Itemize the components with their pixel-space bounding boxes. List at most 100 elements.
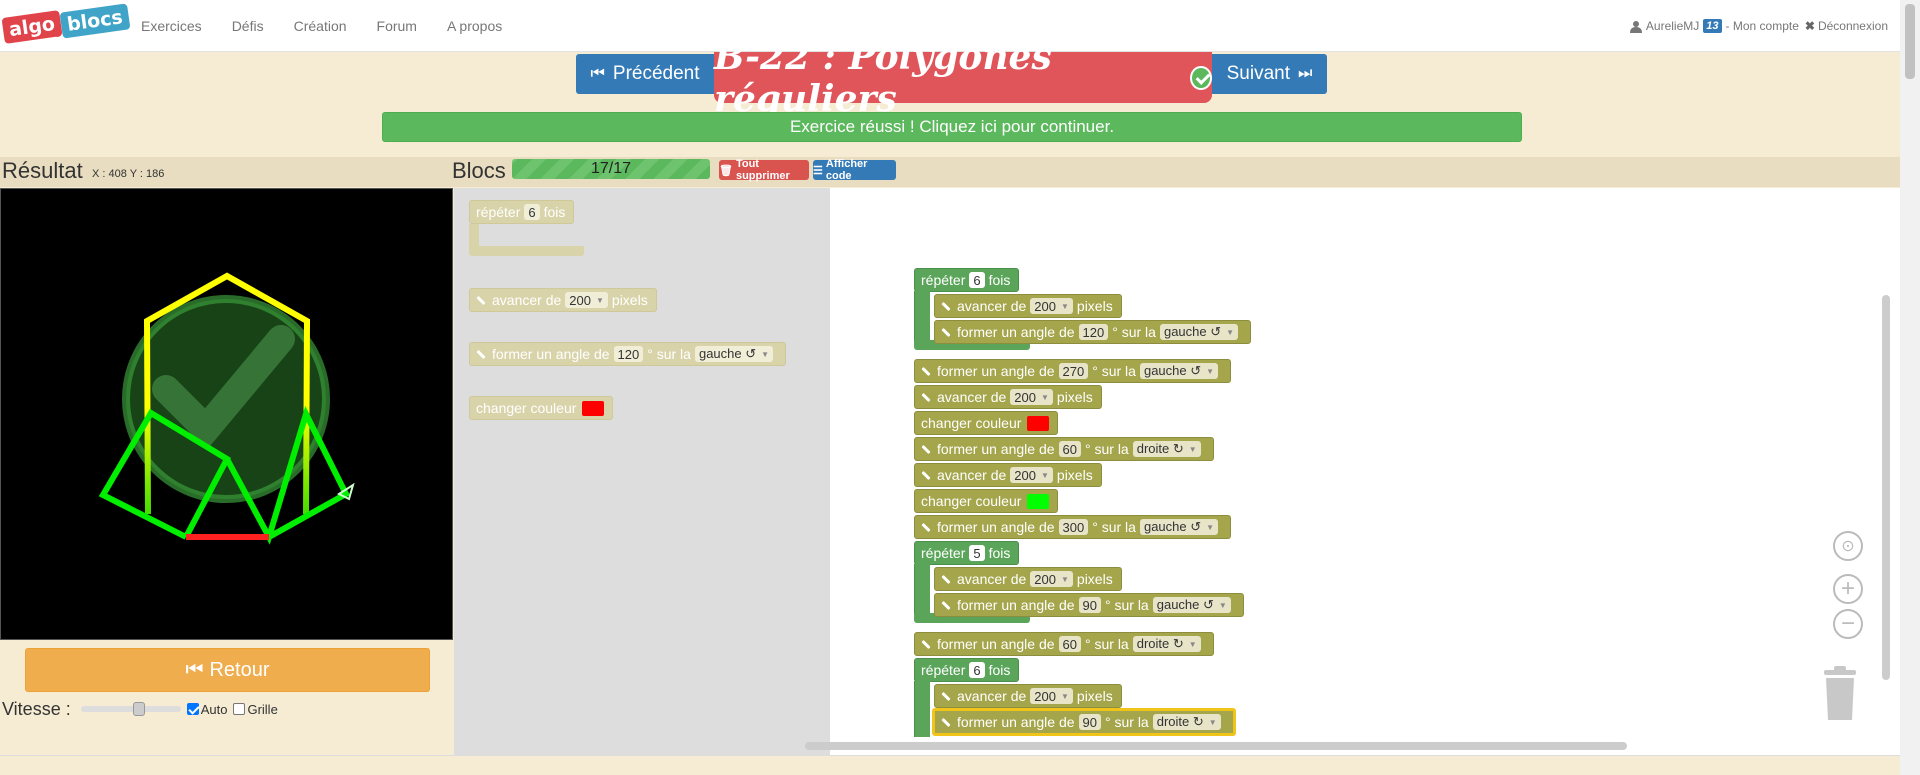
grid-checkbox-box[interactable]	[233, 703, 246, 715]
program-block-forward[interactable]: avancer de 200 ▼ pixels	[934, 294, 1122, 318]
pen-icon	[921, 392, 931, 402]
speed-slider[interactable]	[80, 702, 181, 716]
repeat-body-side	[914, 681, 930, 737]
grid-checkbox[interactable]: Grille	[233, 702, 278, 717]
color-swatch[interactable]	[582, 400, 605, 416]
zoom-in-icon[interactable]: +	[1833, 574, 1863, 604]
user-area: AurelieMJ 13 - Mon compte ✖ Déconnexion	[1629, 0, 1888, 52]
zoom-out-icon[interactable]: −	[1833, 609, 1863, 639]
repeat-count-field[interactable]: 6	[969, 662, 985, 678]
exercise-title: B-22 : Polygones réguliers	[714, 36, 1212, 120]
toolbox-repeat-foot	[469, 246, 584, 256]
angle-field[interactable]: 270	[1058, 363, 1089, 379]
close-icon: ✖	[1804, 19, 1815, 33]
angle-field[interactable]: 300	[1058, 519, 1089, 535]
block-text: fois	[543, 204, 566, 220]
program-block-turn[interactable]: former un angle de 60 ° sur la droite ↻ ▼	[914, 437, 1214, 461]
previous-label: Précédent	[612, 63, 700, 84]
program-block-color[interactable]: changer couleur	[914, 411, 1059, 435]
algobloc-logo[interactable]: algo blocs	[1, 3, 131, 48]
direction-field[interactable]: droite ↻ ▼	[1132, 441, 1201, 457]
nav-link-apropos[interactable]: A propos	[447, 18, 502, 34]
program-block-turn[interactable]: former un angle de 270 ° sur la gauche ↺…	[914, 359, 1232, 383]
distance-field[interactable]: 200 ▼	[1010, 467, 1053, 483]
program-block-turn-selected[interactable]: former un angle de 90 ° sur la droite ↻ ▼	[932, 708, 1236, 736]
angle-field[interactable]: 90	[1078, 597, 1101, 613]
nav-link-forum[interactable]: Forum	[377, 18, 417, 34]
program-block-forward[interactable]: avancer de 200 ▼ pixels	[934, 684, 1122, 708]
repeat-count-field[interactable]: 6	[524, 204, 540, 220]
distance-field[interactable]: 200 ▼	[1030, 571, 1073, 587]
repeat-count-field[interactable]: 6	[969, 272, 985, 288]
chevron-down-icon: ▼	[1208, 717, 1217, 727]
field-value: gauche ↺	[1143, 363, 1202, 378]
auto-checkbox-box[interactable]	[186, 703, 199, 715]
page-scrollbar[interactable]	[1900, 0, 1920, 775]
workspace-horizontal-scrollbar[interactable]	[805, 742, 1627, 750]
toolbox-turn-block[interactable]: former un angle de 120 ° sur la gauche ↺…	[469, 342, 787, 366]
angle-field[interactable]: 60	[1058, 441, 1081, 457]
direction-field[interactable]: droite ↻ ▼	[1132, 636, 1201, 652]
angle-field[interactable]: 90	[1078, 714, 1101, 730]
program-block-repeat[interactable]: répéter 6 fois	[914, 268, 1020, 292]
workspace-vertical-scrollbar[interactable]	[1882, 295, 1890, 680]
repeat-count-field[interactable]: 5	[969, 545, 985, 561]
coordinates-readout: X : 408 Y : 186	[92, 168, 165, 180]
back-button[interactable]: ⏮ Retour	[25, 648, 430, 692]
direction-field[interactable]: gauche ↺ ▼	[1152, 597, 1231, 613]
page-scrollbar-thumb[interactable]	[1905, 4, 1915, 79]
distance-field[interactable]: 200 ▼	[1030, 298, 1073, 314]
program-block-turn[interactable]: former un angle de 90 ° sur la gauche ↺ ▼	[934, 593, 1244, 617]
direction-field[interactable]: gauche ↺ ▼	[694, 346, 774, 362]
block-toolbox: répéter 6 fois avancer de 200 ▼ pixels fo…	[454, 188, 830, 755]
nav-link-defis[interactable]: Défis	[232, 18, 264, 34]
block-text: former un angle de	[937, 636, 1055, 652]
color-swatch[interactable]	[1027, 415, 1050, 431]
logout-link[interactable]: Déconnexion	[1818, 19, 1888, 33]
program-block-repeat[interactable]: répéter 6 fois	[914, 658, 1020, 682]
program-block-forward[interactable]: avancer de 200 ▼ pixels	[914, 385, 1102, 409]
distance-field[interactable]: 200 ▼	[565, 292, 608, 308]
logo-dot	[53, 28, 62, 37]
color-swatch[interactable]	[1027, 493, 1050, 509]
angle-field[interactable]: 60	[1058, 636, 1081, 652]
trash-can-icon[interactable]	[1822, 666, 1858, 722]
direction-field[interactable]: gauche ↺ ▼	[1159, 324, 1239, 340]
user-name[interactable]: AurelieMJ	[1646, 19, 1699, 33]
account-link[interactable]: - Mon compte	[1726, 19, 1799, 33]
auto-checkbox[interactable]: Auto	[186, 702, 227, 717]
program-block-repeat[interactable]: répéter 5 fois	[914, 541, 1020, 565]
field-value: gauche ↺	[698, 346, 757, 361]
previous-button[interactable]: ⏮ Précédent	[576, 54, 714, 94]
program-block-turn[interactable]: former un angle de 60 ° sur la droite ↻ ▼	[914, 632, 1214, 656]
direction-field[interactable]: gauche ↺ ▼	[1139, 363, 1219, 379]
toolbox-repeat-block[interactable]: répéter 6 fois	[469, 200, 575, 224]
show-code-button[interactable]: ☰ Afficher code	[813, 158, 896, 182]
block-text: fois	[988, 272, 1011, 288]
speed-slider-knob[interactable]	[132, 702, 145, 716]
block-text: répéter	[921, 662, 966, 678]
toolbox-color-block[interactable]: changer couleur	[469, 396, 614, 420]
program-block-forward[interactable]: avancer de 200 ▼ pixels	[934, 567, 1122, 591]
program-block-turn[interactable]: former un angle de 120 ° sur la gauche ↺…	[934, 320, 1252, 344]
block-text: former un angle de	[957, 597, 1075, 613]
program-block-turn[interactable]: former un angle de 300 ° sur la gauche ↺…	[914, 515, 1232, 539]
delete-all-button[interactable]: 🗑 Tout supprimer	[719, 158, 809, 182]
success-banner[interactable]: Exercice réussi ! Cliquez ici pour conti…	[382, 112, 1522, 142]
direction-field[interactable]: droite ↻ ▼	[1152, 714, 1221, 730]
toolbox-forward-block[interactable]: avancer de 200 ▼ pixels	[469, 288, 657, 312]
field-value: gauche ↺	[1156, 597, 1214, 612]
program-block-color[interactable]: changer couleur	[914, 489, 1059, 513]
angle-field[interactable]: 120	[613, 346, 644, 362]
angle-field[interactable]: 120	[1078, 324, 1109, 340]
distance-field[interactable]: 200 ▼	[1030, 688, 1073, 704]
pen-icon	[921, 366, 931, 376]
next-button[interactable]: Suivant ⏭	[1212, 54, 1327, 94]
program-block-forward[interactable]: avancer de 200 ▼ pixels	[914, 463, 1102, 487]
nav-link-creation[interactable]: Création	[294, 18, 347, 34]
direction-field[interactable]: gauche ↺ ▼	[1139, 519, 1219, 535]
distance-field[interactable]: 200 ▼	[1010, 389, 1053, 405]
block-text: pixels	[611, 292, 648, 308]
crosshair-icon[interactable]: ⊙	[1833, 531, 1863, 561]
nav-link-exercices[interactable]: Exercices	[141, 18, 202, 34]
